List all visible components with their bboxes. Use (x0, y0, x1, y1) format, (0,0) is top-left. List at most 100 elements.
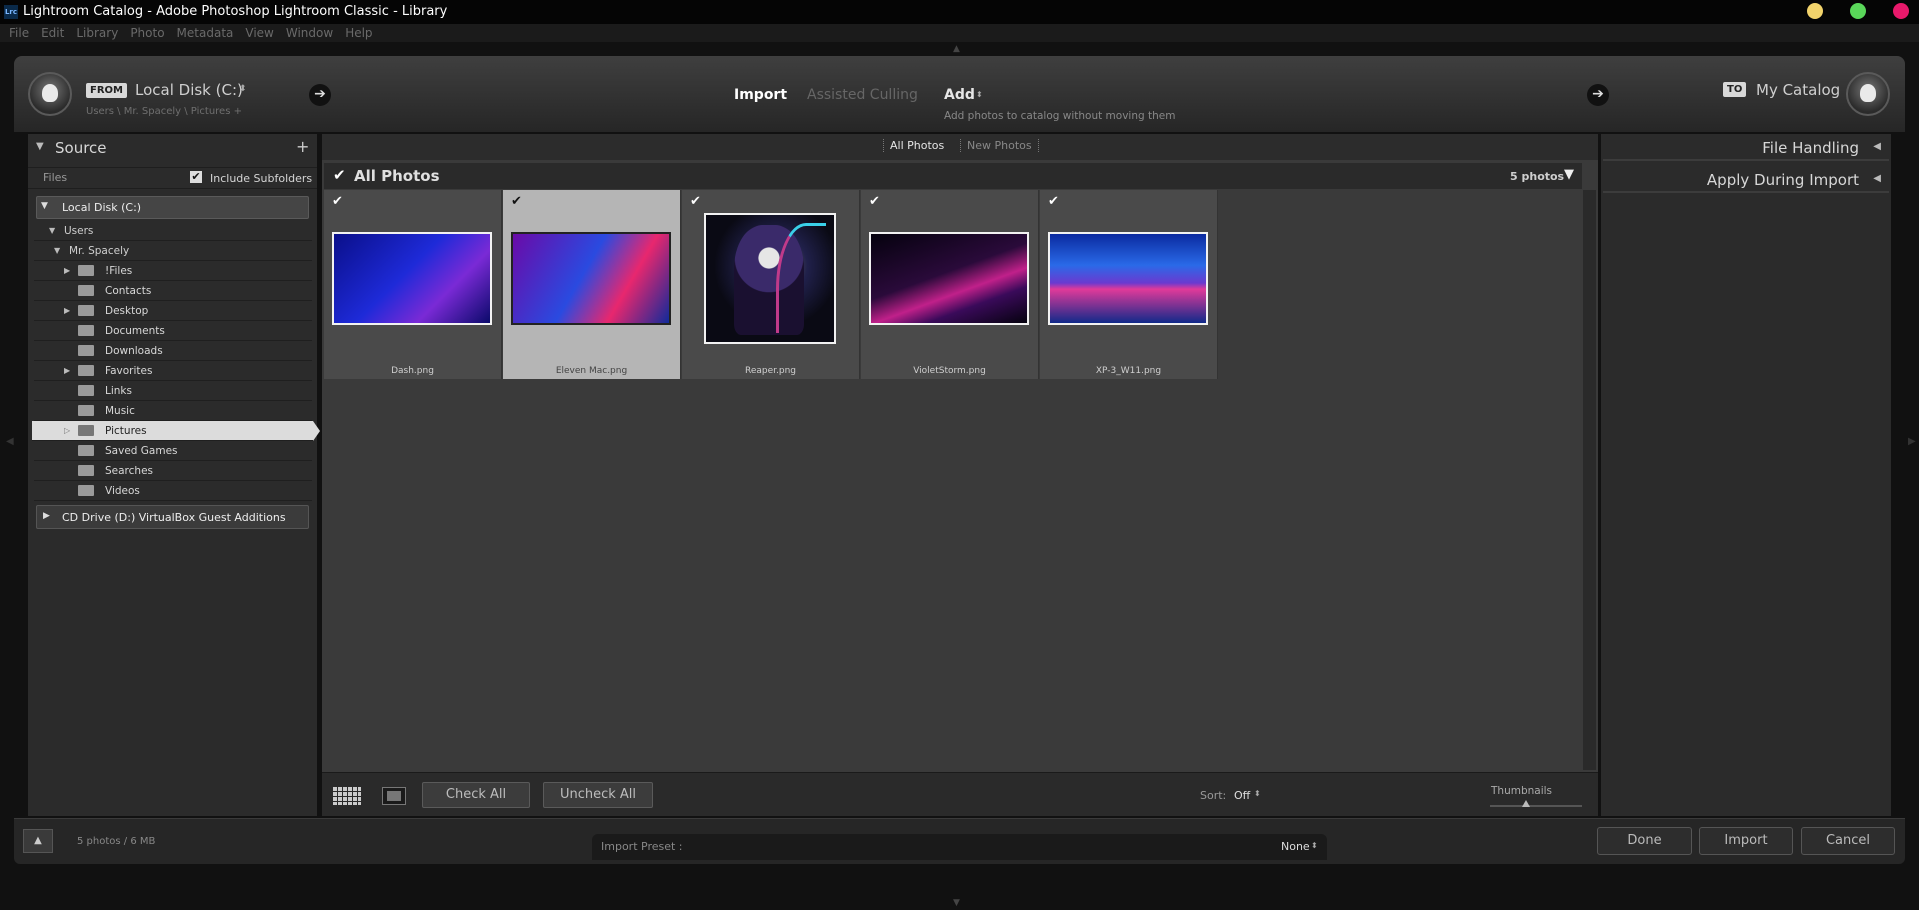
add-source-plus-icon[interactable]: + (296, 137, 309, 156)
photo-cell[interactable]: ✔ XP-3_W11.png (1040, 190, 1218, 379)
expand-footer-button[interactable]: ▲ (23, 829, 53, 853)
photo-cell[interactable]: ✔ Dash.png (324, 190, 502, 379)
slider-thumb[interactable] (1522, 800, 1530, 807)
menu-edit[interactable]: Edit (41, 26, 64, 40)
menu-library[interactable]: Library (76, 26, 118, 40)
menu-help[interactable]: Help (345, 26, 372, 40)
menu-window[interactable]: Window (286, 26, 333, 40)
expand-arrow-icon[interactable]: ▶ (64, 301, 70, 321)
top-panel-toggle-icon[interactable]: ▲ (953, 44, 960, 54)
folder-row[interactable]: Searches (34, 461, 312, 481)
folder-icon (78, 261, 100, 281)
menu-photo[interactable]: Photo (130, 26, 164, 40)
app-icon: Lrc (4, 5, 18, 19)
all-photos-checkbox[interactable]: ✔ (333, 166, 346, 184)
expand-arrow-icon[interactable]: ▶ (64, 361, 70, 381)
collapse-triangle-icon[interactable]: ▼ (36, 141, 44, 152)
import-preset-value[interactable]: None (1281, 840, 1310, 853)
expand-triangle-icon[interactable]: ▼ (41, 201, 48, 211)
uncheck-all-button[interactable]: Uncheck All (543, 782, 653, 808)
thumbnails-label: Thumbnails (1491, 785, 1553, 797)
folder-row[interactable]: Saved Games (34, 441, 312, 461)
expand-arrow-outline-icon[interactable]: ▷ (64, 421, 70, 441)
menu-view[interactable]: View (245, 26, 273, 40)
folder-icon (78, 401, 100, 421)
check-all-button[interactable]: Check All (422, 782, 530, 808)
photo-checkbox[interactable]: ✔ (1048, 194, 1059, 209)
folder-row[interactable]: Contacts (34, 281, 312, 301)
folder-row[interactable]: ▶ Desktop (34, 301, 312, 321)
loupe-view-icon[interactable] (382, 787, 406, 805)
done-button[interactable]: Done (1597, 827, 1692, 855)
photo-checkbox[interactable]: ✔ (511, 194, 522, 209)
grid-menu-triangle-icon[interactable]: ▼ (1564, 167, 1574, 182)
menu-file[interactable]: File (9, 26, 29, 40)
sort-value[interactable]: Off (1234, 789, 1250, 802)
folder-row[interactable]: Documents (34, 321, 312, 341)
photo-cell-selected[interactable]: ✔ Eleven Mac.png (503, 190, 681, 379)
drive-c-row[interactable]: ▼ Local Disk (C:) (36, 196, 309, 219)
photo-cell[interactable]: ✔ VioletStorm.png (861, 190, 1039, 379)
photo-checkbox[interactable]: ✔ (869, 194, 880, 209)
tab-all-photos[interactable]: All Photos (883, 139, 950, 152)
maximize-button[interactable] (1850, 3, 1866, 19)
mode-assisted-culling[interactable]: Assisted Culling (807, 87, 918, 103)
collapse-left-triangle-icon[interactable]: ◀ (1873, 173, 1881, 184)
close-button[interactable] (1893, 3, 1909, 19)
source-panel-header[interactable]: ▼ Source + (28, 137, 317, 159)
tab-new-photos[interactable]: New Photos (960, 139, 1039, 152)
action-add[interactable]: Add (944, 87, 975, 103)
import-button[interactable]: Import (1699, 827, 1793, 855)
sort-dropdown-icon[interactable]: ⬍ (1254, 789, 1261, 798)
files-label: Files (43, 171, 68, 184)
photo-checkbox[interactable]: ✔ (690, 194, 701, 209)
photo-thumbnail[interactable] (332, 232, 492, 325)
folder-row[interactable]: Music (34, 401, 312, 421)
destination-name[interactable]: My Catalog (1756, 81, 1840, 99)
expand-triangle-icon[interactable]: ▼ (54, 241, 60, 261)
source-path[interactable]: Users \ Mr. Spacely \ Pictures + (86, 106, 242, 117)
users-row[interactable]: ▼ Users (34, 221, 312, 241)
folder-row[interactable]: ▶ !Files (34, 261, 312, 281)
right-panel-toggle-icon[interactable]: ▶ (1908, 436, 1916, 447)
menu-metadata[interactable]: Metadata (177, 26, 234, 40)
photo-cell[interactable]: ✔ Reaper.png (682, 190, 860, 379)
include-subfolders-checkbox[interactable]: ✔ (190, 171, 202, 183)
preset-dropdown-icon[interactable]: ⬍ (1311, 841, 1318, 850)
import-preset-bar[interactable]: Import Preset : None ⬍ (592, 834, 1327, 860)
photo-thumbnail[interactable] (869, 232, 1029, 325)
photo-thumbnail[interactable] (511, 232, 671, 325)
source-title: Source (55, 139, 107, 157)
minimize-button[interactable] (1807, 3, 1823, 19)
include-subfolders-label[interactable]: Include Subfolders (210, 172, 312, 185)
mode-import[interactable]: Import (734, 87, 787, 103)
folder-label: Links (105, 385, 132, 397)
grid-scrollbar[interactable] (1583, 190, 1596, 770)
source-dropdown-icon[interactable]: ⬍ (239, 84, 247, 94)
drive-d-row[interactable]: ▶ CD Drive (D:) VirtualBox Guest Additio… (36, 505, 309, 529)
bottom-panel-toggle-icon[interactable]: ▼ (953, 898, 960, 908)
thumbnail-size-slider[interactable] (1490, 800, 1582, 807)
action-dropdown-icon[interactable]: ⬍ (976, 90, 983, 99)
folder-row[interactable]: Videos (34, 481, 312, 501)
folder-row[interactable]: Links (34, 381, 312, 401)
folder-row[interactable]: ▶ Favorites (34, 361, 312, 381)
source-name[interactable]: Local Disk (C:) (135, 81, 243, 99)
expand-triangle-icon[interactable]: ▶ (43, 511, 50, 521)
photo-thumbnail[interactable] (1048, 232, 1208, 325)
expand-arrow-icon[interactable]: ▶ (64, 261, 70, 281)
folder-row-selected[interactable]: ▷ Pictures (32, 421, 313, 441)
cancel-button[interactable]: Cancel (1801, 827, 1895, 855)
collapse-left-triangle-icon[interactable]: ◀ (1873, 141, 1881, 152)
user-row[interactable]: ▼ Mr. Spacely (34, 241, 312, 261)
folder-row[interactable]: Downloads (34, 341, 312, 361)
grid-view-icon[interactable] (333, 787, 361, 805)
apply-during-import-header[interactable]: Apply During Import ◀ (1603, 169, 1889, 193)
left-panel-toggle-icon[interactable]: ◀ (6, 436, 14, 447)
photo-checkbox[interactable]: ✔ (332, 194, 343, 209)
file-handling-header[interactable]: File Handling ◀ (1603, 137, 1889, 161)
folder-label: Documents (105, 325, 165, 337)
expand-triangle-icon[interactable]: ▼ (49, 221, 55, 241)
photo-thumbnail[interactable] (704, 213, 836, 344)
import-preset-label: Import Preset : (601, 840, 683, 853)
